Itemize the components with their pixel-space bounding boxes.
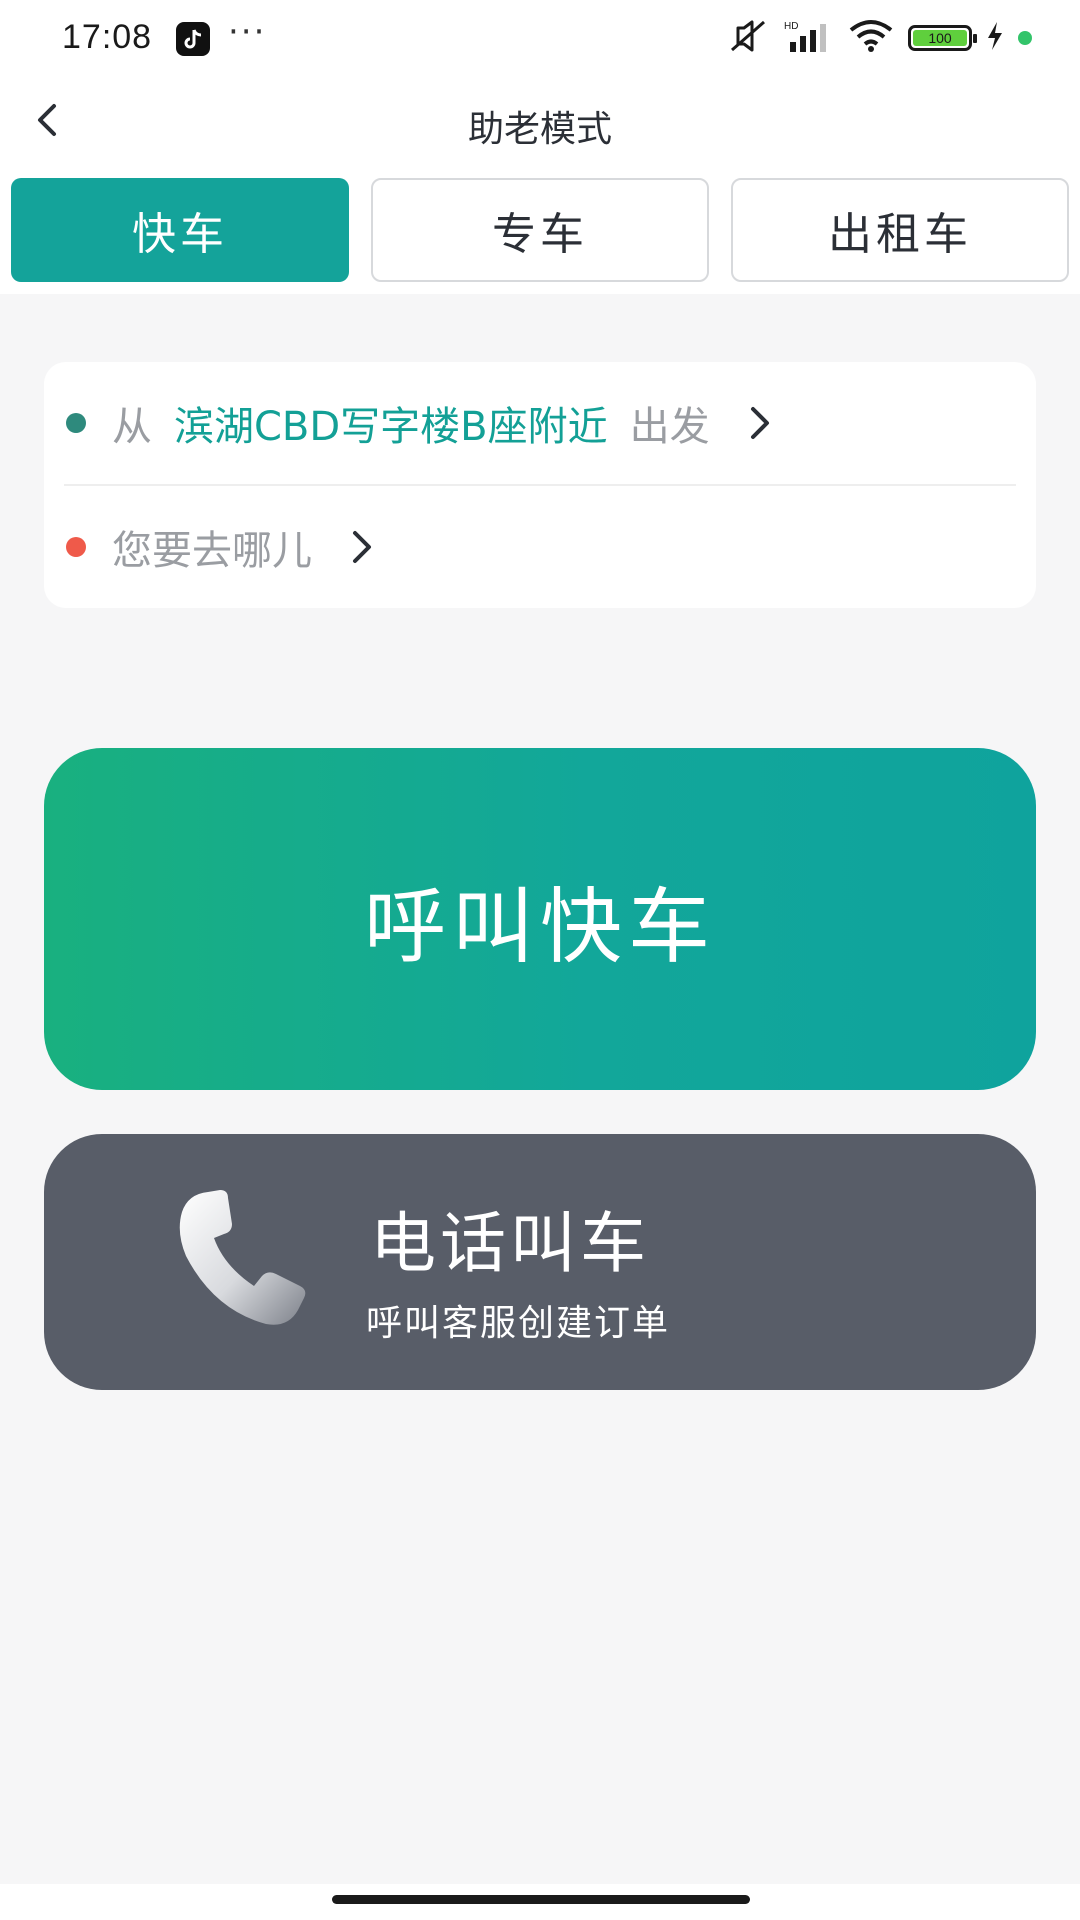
pickup-place: 滨湖CBD写字楼B座附近 bbox=[174, 404, 608, 450]
phone-call-title: 电话叫车 bbox=[370, 1205, 650, 1282]
call-express-button[interactable]: 呼叫快车 bbox=[44, 748, 1036, 1090]
phone-call-button[interactable]: 电话叫车 呼叫客服创建订单 bbox=[44, 1134, 1036, 1390]
pickup-prefix: 从 bbox=[112, 404, 152, 450]
destination-row[interactable]: 您要去哪儿 bbox=[44, 486, 1036, 608]
vehicle-type-tabs: 快车 专车 出租车 bbox=[0, 164, 1080, 294]
status-bar: 17:08 ··· HD 100 bbox=[0, 0, 1080, 78]
call-express-label: 呼叫快车 bbox=[363, 879, 716, 975]
phone-call-subtitle: 呼叫客服创建订单 bbox=[366, 1303, 671, 1344]
wifi-icon bbox=[848, 18, 894, 58]
destination-placeholder: 您要去哪儿 bbox=[112, 528, 312, 574]
phone-icon bbox=[179, 1190, 306, 1325]
pickup-dot-icon bbox=[66, 413, 86, 433]
header: 助老模式 bbox=[0, 78, 1080, 164]
battery-level: 100 bbox=[913, 30, 967, 46]
page-title: 助老模式 bbox=[467, 109, 612, 150]
tiktok-icon bbox=[176, 22, 210, 56]
more-dots-icon: ··· bbox=[228, 12, 267, 52]
tab-taxi[interactable]: 出租车 bbox=[731, 178, 1069, 282]
tab-premium[interactable]: 专车 bbox=[371, 178, 709, 282]
chevron-right-icon bbox=[353, 531, 371, 563]
status-icons: HD 100 bbox=[726, 18, 1032, 58]
chevron-right-icon bbox=[750, 407, 769, 439]
status-time: 17:08 bbox=[62, 18, 153, 56]
battery-icon: 100 bbox=[908, 25, 977, 51]
address-card: 从 滨湖CBD写字楼B座附近 出发 您要去哪儿 bbox=[44, 362, 1036, 608]
svg-text:HD: HD bbox=[784, 21, 798, 32]
green-dot-indicator bbox=[1018, 31, 1032, 45]
pickup-suffix: 出发 bbox=[629, 404, 710, 450]
tab-express[interactable]: 快车 bbox=[11, 178, 349, 282]
destination-dot-icon bbox=[66, 537, 86, 557]
pickup-row[interactable]: 从 滨湖CBD写字楼B座附近 出发 bbox=[44, 362, 1036, 484]
mute-icon bbox=[726, 18, 770, 58]
pickup-text: 从 滨湖CBD写字楼B座附近 出发 bbox=[112, 394, 710, 452]
charging-icon bbox=[986, 21, 1004, 55]
hd-signal-icon: HD bbox=[784, 18, 834, 58]
home-indicator[interactable] bbox=[332, 1895, 750, 1904]
